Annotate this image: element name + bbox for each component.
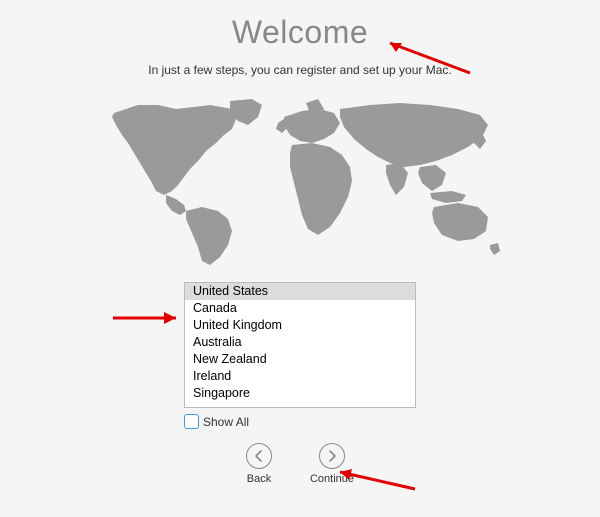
show-all-row: Show All <box>184 414 416 429</box>
back-arrow-icon <box>246 443 272 469</box>
show-all-checkbox[interactable] <box>184 414 199 429</box>
country-list[interactable]: United StatesCanadaUnited KingdomAustral… <box>184 282 416 408</box>
country-item[interactable]: United States <box>185 283 415 300</box>
back-button[interactable]: Back <box>246 443 272 485</box>
country-item[interactable]: New Zealand <box>185 351 415 368</box>
country-item[interactable]: Canada <box>185 300 415 317</box>
continue-button[interactable]: Continue <box>310 443 354 485</box>
page-title: Welcome <box>0 0 600 51</box>
country-item[interactable]: United Kingdom <box>185 317 415 334</box>
country-item[interactable]: Ireland <box>185 368 415 385</box>
nav-buttons: Back Continue <box>0 443 600 485</box>
country-item[interactable]: Singapore <box>185 385 415 402</box>
world-map-container <box>0 95 600 270</box>
show-all-label: Show All <box>203 415 249 429</box>
continue-label: Continue <box>310 473 354 485</box>
annotation-arrow-icon <box>108 308 188 328</box>
page-subtitle: In just a few steps, you can register an… <box>0 63 600 77</box>
world-map <box>90 95 510 270</box>
country-item[interactable]: Australia <box>185 334 415 351</box>
back-label: Back <box>247 473 271 485</box>
continue-arrow-icon <box>319 443 345 469</box>
